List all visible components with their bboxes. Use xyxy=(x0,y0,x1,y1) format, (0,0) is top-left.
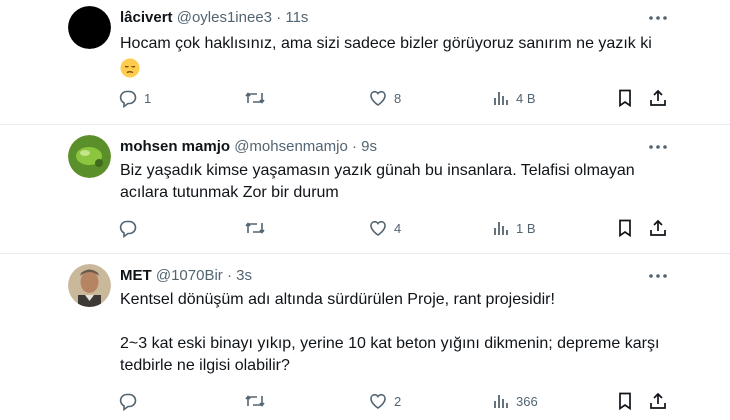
tweet-actions: 1 8 4 B xyxy=(118,87,678,109)
separator: · xyxy=(351,138,357,155)
share-button[interactable] xyxy=(648,87,668,109)
more-icon[interactable] xyxy=(646,8,670,28)
timestamp[interactable]: 11s xyxy=(285,9,308,26)
reply-button[interactable]: 1 xyxy=(118,87,151,109)
views-icon xyxy=(492,392,510,410)
retweet-icon xyxy=(244,88,266,108)
views-icon xyxy=(492,219,510,237)
like-button[interactable]: 4 xyxy=(368,217,401,239)
timestamp[interactable]: 9s xyxy=(361,138,377,155)
like-button[interactable]: 8 xyxy=(368,87,401,109)
tweet-text: Hocam çok haklısınız, ama sizi sadece bi… xyxy=(120,33,680,85)
tweet-actions: 4 1 B xyxy=(118,217,678,239)
bookmark-icon xyxy=(616,218,634,238)
handle[interactable]: @oyles1inee3 xyxy=(177,9,272,26)
tweet-actions: 2 366 xyxy=(118,390,678,412)
views-button[interactable]: 366 xyxy=(492,390,538,412)
tweet-header: MET @1070Bir · 3s xyxy=(120,266,252,286)
like-count: 8 xyxy=(394,90,402,106)
separator: · xyxy=(276,9,282,26)
tweet-header: lâcivert @oyles1inee3 · 11s xyxy=(120,8,308,28)
tweet-text-line: Kentsel dönüşüm adı altında sürdürülen P… xyxy=(120,291,555,308)
share-icon xyxy=(648,391,668,411)
tweet-text: Kentsel dönüşüm adı altında sürdürülen P… xyxy=(120,289,680,377)
tweet-text-line: Hocam çok haklısınız, ama sizi sadece bi… xyxy=(120,35,652,52)
tweet-header: mohsen mamjo @mohsenmamjo · 9s xyxy=(120,137,377,157)
bookmark-button[interactable] xyxy=(616,87,634,109)
tweet-text: Biz yaşadık kimse yaşamasın yazık günah … xyxy=(120,160,680,204)
display-name[interactable]: mohsen mamjo xyxy=(120,138,230,155)
retweet-button[interactable] xyxy=(244,87,272,109)
display-name[interactable]: MET xyxy=(120,267,152,284)
views-count: 4 B xyxy=(516,90,536,106)
tweet-text-line xyxy=(120,311,680,333)
more-icon[interactable] xyxy=(646,137,670,157)
bookmark-button[interactable] xyxy=(616,217,634,239)
tweet-text-line: 2~3 kat eski binayı yıkıp, yerine 10 kat… xyxy=(120,335,660,352)
share-icon xyxy=(648,218,668,238)
share-icon xyxy=(648,88,668,108)
display-name[interactable]: lâcivert xyxy=(120,9,173,26)
handle[interactable]: @mohsenmamjo xyxy=(234,138,348,155)
retweet-icon xyxy=(244,391,266,411)
share-button[interactable] xyxy=(648,217,668,239)
bookmark-button[interactable] xyxy=(616,390,634,412)
tweet-text-line: tedbirle ne ilgisi olabilir? xyxy=(120,357,290,374)
tweet-text-line: Biz yaşadık kimse yaşamasın yazık günah … xyxy=(120,162,635,179)
share-button[interactable] xyxy=(648,390,668,412)
views-count: 1 B xyxy=(516,220,536,236)
separator: · xyxy=(226,267,232,284)
retweet-button[interactable] xyxy=(244,217,272,239)
like-icon xyxy=(368,218,388,238)
reply-icon xyxy=(118,391,138,411)
reply-icon xyxy=(118,218,138,238)
like-icon xyxy=(368,391,388,411)
tweet-text-line: acılara tutunmak Zor bir durum xyxy=(120,184,339,201)
bookmark-icon xyxy=(616,391,634,411)
pensive-face-icon xyxy=(120,58,140,78)
views-button[interactable]: 4 B xyxy=(492,87,536,109)
bookmark-icon xyxy=(616,88,634,108)
divider xyxy=(0,253,730,254)
handle[interactable]: @1070Bir xyxy=(156,267,223,284)
views-button[interactable]: 1 B xyxy=(492,217,536,239)
reply-button[interactable] xyxy=(118,390,144,412)
views-icon xyxy=(492,89,510,107)
more-icon[interactable] xyxy=(646,266,670,286)
avatar[interactable] xyxy=(68,6,111,49)
reply-count: 1 xyxy=(144,90,152,106)
avatar[interactable] xyxy=(68,135,111,178)
retweet-button[interactable] xyxy=(244,390,272,412)
avatar[interactable] xyxy=(68,264,111,307)
divider xyxy=(0,124,730,125)
reply-icon xyxy=(118,88,138,108)
timestamp[interactable]: 3s xyxy=(236,267,252,284)
like-icon xyxy=(368,88,388,108)
like-button[interactable]: 2 xyxy=(368,390,401,412)
like-count: 2 xyxy=(394,393,402,409)
retweet-icon xyxy=(244,218,266,238)
views-count: 366 xyxy=(516,393,538,409)
reply-button[interactable] xyxy=(118,217,144,239)
like-count: 4 xyxy=(394,220,402,236)
